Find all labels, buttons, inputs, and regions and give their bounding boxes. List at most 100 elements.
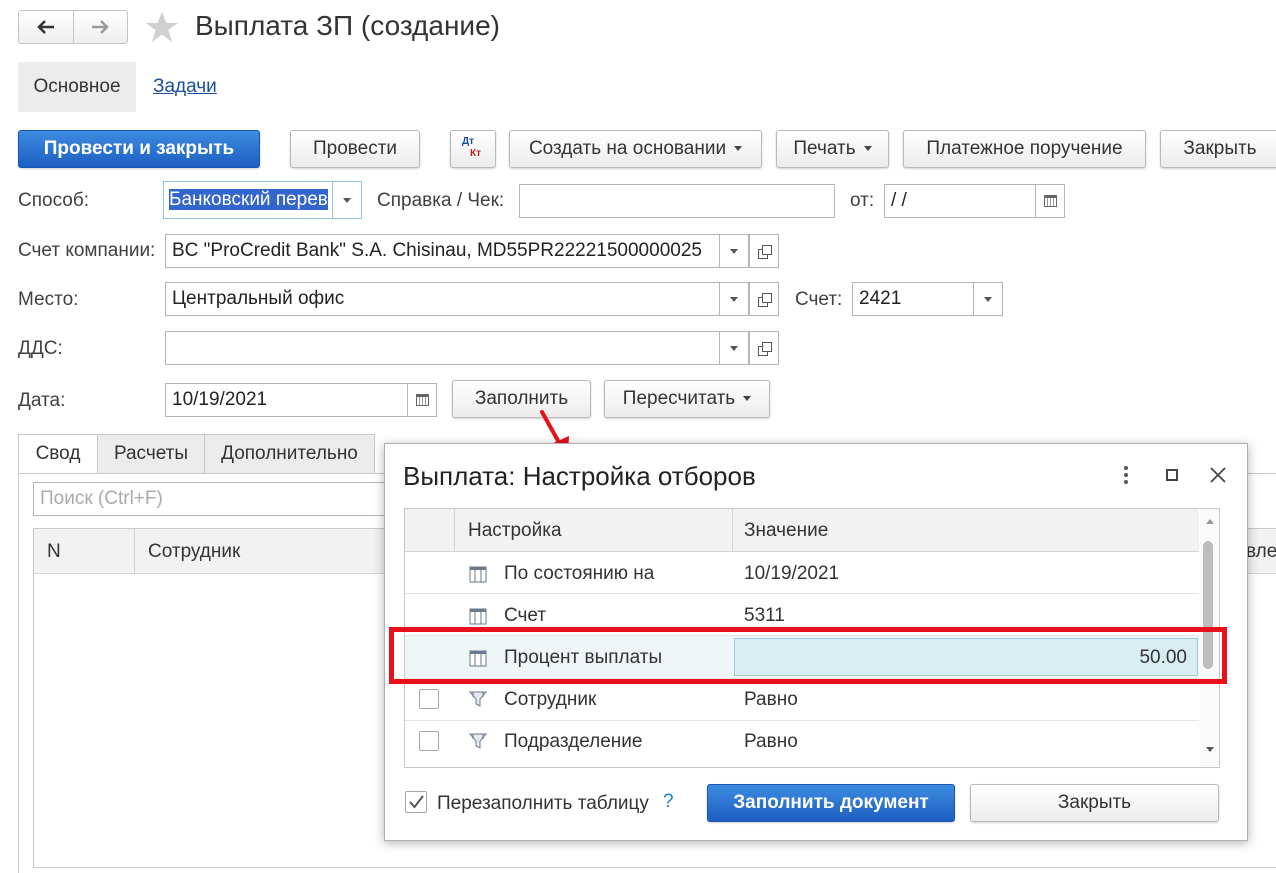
account-label: Счет: bbox=[795, 289, 843, 310]
search-input[interactable]: Поиск (Ctrl+F) bbox=[33, 482, 393, 516]
row-checkbox[interactable] bbox=[419, 731, 439, 751]
dds-field[interactable] bbox=[165, 331, 720, 365]
from-calendar-button[interactable] bbox=[1035, 184, 1065, 218]
window-title: Выплата ЗП (создание) bbox=[195, 10, 500, 41]
method-label: Способ: bbox=[18, 190, 90, 211]
dialog-close-button[interactable]: Закрыть bbox=[970, 784, 1219, 822]
refill-checkbox[interactable] bbox=[405, 791, 427, 813]
col-divider bbox=[732, 509, 733, 551]
forward-button[interactable] bbox=[74, 11, 128, 43]
print-label: Печать bbox=[793, 138, 856, 159]
account-dropdown[interactable] bbox=[973, 282, 1003, 316]
dds-dropdown[interactable] bbox=[719, 331, 749, 365]
post-and-close-button[interactable]: Провести и закрыть bbox=[18, 130, 260, 168]
dropdown-icon bbox=[730, 345, 738, 351]
chevron-down-icon bbox=[734, 146, 743, 152]
recalculate-label: Пересчитать bbox=[622, 388, 736, 409]
place-field[interactable]: Центральный офис bbox=[165, 282, 720, 316]
row-value[interactable]: Равно bbox=[744, 689, 798, 711]
account-field[interactable]: 2421 bbox=[852, 282, 974, 316]
col-divider bbox=[454, 509, 455, 551]
tab-tasks[interactable]: Задачи bbox=[153, 76, 217, 98]
row-setting[interactable]: Подразделение bbox=[504, 731, 642, 753]
fill-document-button[interactable]: Заполнить документ bbox=[707, 784, 955, 822]
receipt-label: Справка / Чек: bbox=[377, 190, 505, 211]
check-icon bbox=[409, 795, 424, 809]
more-icon[interactable] bbox=[1123, 464, 1129, 486]
scroll-down-icon[interactable] bbox=[1206, 747, 1214, 752]
open-icon bbox=[757, 244, 772, 259]
dt-kt-button[interactable]: Дт Кт bbox=[450, 130, 496, 168]
open-icon bbox=[757, 341, 772, 356]
method-value: Банковский перев bbox=[169, 189, 328, 210]
company-account-open[interactable] bbox=[749, 234, 779, 268]
create-based-on-label: Создать на основании bbox=[528, 138, 727, 159]
maximize-icon[interactable] bbox=[1166, 469, 1178, 481]
company-account-label: Счет компании: bbox=[18, 240, 156, 261]
col-n-header[interactable]: N bbox=[47, 541, 61, 563]
col-value-header[interactable]: Значение bbox=[744, 520, 828, 542]
row-value[interactable]: Равно bbox=[744, 731, 798, 753]
create-based-on-button[interactable]: Создать на основании bbox=[509, 130, 762, 168]
col-divider bbox=[134, 529, 135, 573]
filter-settings-dialog: Выплата: Настройка отборов Настройка Зна… bbox=[384, 443, 1248, 841]
nav-buttons bbox=[18, 10, 128, 44]
date-field[interactable]: 10/19/2021 bbox=[165, 383, 408, 417]
filter-icon bbox=[468, 733, 488, 749]
place-open[interactable] bbox=[749, 282, 779, 316]
date-calendar-button[interactable] bbox=[407, 383, 437, 417]
back-button[interactable] bbox=[19, 11, 74, 43]
row-checkbox[interactable] bbox=[419, 689, 439, 709]
dropdown-icon bbox=[343, 197, 351, 203]
date-label: Дата: bbox=[18, 390, 66, 411]
dropdown-icon bbox=[984, 296, 992, 302]
recalculate-button[interactable]: Пересчитать bbox=[604, 380, 770, 418]
open-icon bbox=[757, 292, 772, 307]
dropdown-icon bbox=[730, 296, 738, 302]
col-setting-header[interactable]: Настройка bbox=[468, 520, 562, 542]
col-cut-header[interactable]: вле bbox=[1246, 541, 1276, 563]
tab-additional[interactable]: Дополнительно bbox=[204, 434, 375, 474]
arrow-left-icon bbox=[37, 20, 54, 34]
row-setting[interactable]: Счет bbox=[504, 605, 546, 627]
method-dropdown-button[interactable] bbox=[332, 181, 362, 219]
from-label: от: bbox=[850, 190, 875, 211]
chevron-down-icon bbox=[743, 396, 752, 402]
from-date-field[interactable]: / / bbox=[884, 184, 1036, 218]
help-icon[interactable]: ? bbox=[663, 791, 674, 813]
highlight-annotation bbox=[389, 627, 1227, 684]
payment-order-button[interactable]: Платежное поручение bbox=[903, 130, 1146, 168]
tab-main[interactable]: Основное bbox=[18, 62, 136, 112]
chevron-down-icon bbox=[863, 146, 872, 152]
arrow-right-icon bbox=[92, 20, 109, 34]
row-setting[interactable]: Сотрудник bbox=[504, 689, 596, 711]
row-divider bbox=[405, 720, 1199, 721]
parameter-icon bbox=[469, 566, 487, 583]
close-icon[interactable] bbox=[1209, 466, 1227, 484]
row-setting[interactable]: По состоянию на bbox=[504, 563, 654, 585]
star-icon[interactable] bbox=[144, 10, 180, 44]
row-value[interactable]: 5311 bbox=[744, 605, 785, 627]
tab-calculations[interactable]: Расчеты bbox=[97, 434, 205, 474]
company-account-field[interactable]: BC "ProCredit Bank" S.A. Chisinau, MD55P… bbox=[165, 234, 720, 268]
close-button[interactable]: Закрыть bbox=[1160, 130, 1276, 168]
print-button[interactable]: Печать bbox=[776, 130, 889, 168]
col-employee-header[interactable]: Сотрудник bbox=[148, 541, 240, 563]
receipt-field[interactable] bbox=[519, 184, 835, 218]
dds-open[interactable] bbox=[749, 331, 779, 365]
row-divider bbox=[405, 593, 1199, 594]
row-value[interactable]: 10/19/2021 bbox=[744, 563, 839, 585]
tab-summary[interactable]: Свод bbox=[18, 434, 98, 474]
dds-label: ДДС: bbox=[18, 338, 63, 359]
refill-label[interactable]: Перезаполнить таблицу bbox=[437, 793, 649, 815]
dt-kt-icon: Дт Кт bbox=[462, 136, 486, 162]
place-dropdown[interactable] bbox=[719, 282, 749, 316]
method-field[interactable]: Банковский перев bbox=[163, 181, 333, 219]
place-label: Место: bbox=[18, 289, 79, 310]
kt-label: Кт bbox=[470, 148, 482, 159]
post-button[interactable]: Провести bbox=[290, 130, 420, 168]
company-account-dropdown[interactable] bbox=[719, 234, 749, 268]
scroll-up-icon[interactable] bbox=[1206, 519, 1214, 524]
dialog-title: Выплата: Настройка отборов bbox=[403, 461, 756, 491]
parameter-icon bbox=[469, 608, 487, 625]
